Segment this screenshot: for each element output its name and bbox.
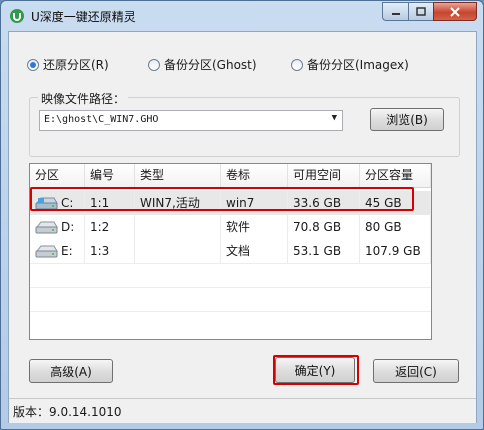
image-path-label: 映像文件路径： (38, 90, 129, 107)
close-button[interactable] (433, 2, 477, 21)
cell-label: 文档 (221, 239, 288, 263)
cell-type (135, 239, 221, 263)
cell-free: 53.1 GB (288, 239, 360, 263)
cell-label: 软件 (221, 215, 288, 239)
maximize-icon (416, 7, 426, 16)
row-divider (30, 287, 431, 288)
column-header-size[interactable]: 分区容量 (360, 164, 431, 187)
dialog-body: 还原分区(R) 备份分区(Ghost) 备份分区(Imagex) 映像文件路径：… (8, 31, 477, 423)
hard-drive-icon (35, 245, 58, 258)
radio-circle-selected[interactable] (27, 58, 39, 71)
app-logo-icon (10, 9, 24, 23)
cell-id: 1:3 (85, 239, 135, 263)
version-text: 版本：9.0.14.1010 (13, 405, 122, 419)
status-bar: 版本：9.0.14.1010 (9, 398, 476, 423)
back-button[interactable]: 返回(C) (373, 359, 459, 383)
radio-backup-ghost[interactable]: 备份分区(Ghost) (148, 56, 257, 73)
radio-restore[interactable]: 还原分区(R) (27, 56, 109, 73)
mode-selector: 还原分区(R) 备份分区(Ghost) 备份分区(Imagex) (27, 56, 467, 72)
cell-size: 80 GB (360, 215, 431, 239)
cell-id: 1:2 (85, 215, 135, 239)
column-header-partition[interactable]: 分区 (30, 164, 85, 187)
cell-size: 107.9 GB (360, 239, 431, 263)
dropdown-arrow-icon[interactable]: ▼ (332, 113, 337, 123)
maximize-button[interactable] (408, 2, 433, 21)
column-header-type[interactable]: 类型 (135, 164, 221, 187)
cell-drive: E: (56, 239, 85, 263)
window-title: U深度一键还原精灵 (31, 10, 136, 24)
table-header: 分区 编号 类型 卷标 可用空间 分区容量 (30, 164, 431, 188)
radio-circle[interactable] (291, 58, 303, 71)
radio-backup-ghost-label: 备份分区(Ghost) (164, 58, 257, 72)
ok-button[interactable]: 确定(Y) (275, 357, 355, 383)
column-header-free[interactable]: 可用空间 (288, 164, 360, 187)
image-path-combobox[interactable]: E:\ghost\C_WIN7.GHO ▼ (39, 110, 343, 131)
image-path-value: E:\ghost\C_WIN7.GHO (44, 114, 159, 125)
image-path-group: 映像文件路径： E:\ghost\C_WIN7.GHO ▼ 浏览(B) (29, 90, 460, 157)
row-divider (30, 311, 431, 312)
advanced-button[interactable]: 高级(A) (29, 359, 113, 383)
title-bar[interactable]: U深度一键还原精灵 (1, 1, 483, 31)
table-row[interactable]: D: 1:2 软件 70.8 GB 80 GB (30, 215, 431, 239)
cell-free: 70.8 GB (288, 215, 360, 239)
table-row[interactable]: E: 1:3 文档 53.1 GB 107.9 GB (30, 239, 431, 263)
minimize-icon (391, 12, 400, 15)
cell-drive: D: (56, 215, 85, 239)
radio-backup-imagex-label: 备份分区(Imagex) (307, 58, 409, 72)
app-window: U深度一键还原精灵 还原分区(R) 备份分区(Ghost) 备份分区(Image… (0, 0, 484, 430)
radio-backup-imagex[interactable]: 备份分区(Imagex) (291, 56, 409, 73)
hard-drive-icon (35, 221, 58, 234)
minimize-button[interactable] (382, 2, 408, 21)
radio-restore-label: 还原分区(R) (43, 58, 109, 72)
window-controls (382, 2, 477, 22)
row-divider (30, 263, 431, 264)
close-icon (450, 6, 460, 17)
column-header-id[interactable]: 编号 (85, 164, 135, 187)
radio-circle[interactable] (148, 58, 160, 71)
selected-row-highlight (30, 187, 414, 211)
column-header-label[interactable]: 卷标 (221, 164, 288, 187)
browse-button[interactable]: 浏览(B) (370, 108, 444, 131)
cell-type (135, 215, 221, 239)
